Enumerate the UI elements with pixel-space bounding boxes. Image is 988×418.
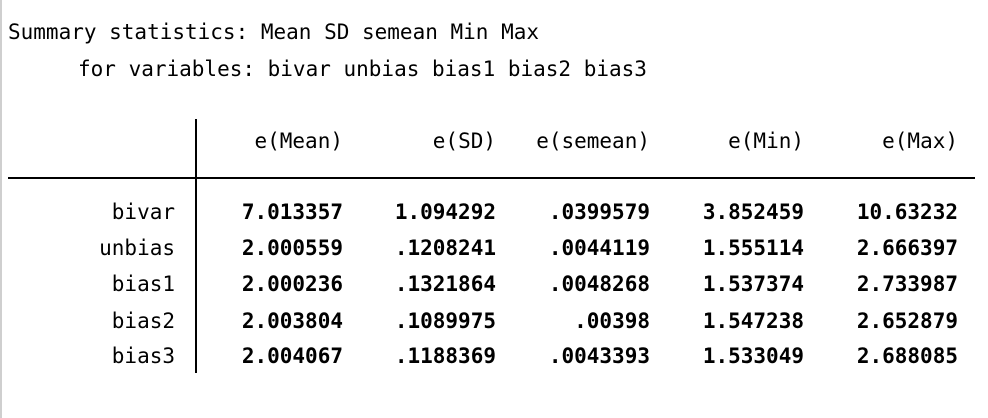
table-cell: 2.652879 bbox=[856, 309, 958, 333]
variables-line: for variables: bivar unbias bias1 bias2 … bbox=[78, 57, 647, 81]
table-cell: 2.003804 bbox=[241, 309, 343, 333]
row-label: bias2 bbox=[111, 309, 175, 333]
table-cell: 1.094292 bbox=[394, 200, 496, 224]
table-cell: .0043393 bbox=[548, 344, 650, 368]
column-header: e(semean) bbox=[536, 129, 650, 153]
table-cell: .1188369 bbox=[394, 344, 496, 368]
table-cell: 2.000236 bbox=[241, 272, 343, 296]
table-cell: 2.666397 bbox=[856, 236, 958, 260]
row-label: bias3 bbox=[111, 344, 175, 368]
table-cell: 3.852459 bbox=[702, 200, 804, 224]
table-cell: 1.547238 bbox=[702, 309, 804, 333]
column-header: e(Max) bbox=[882, 129, 958, 153]
table-cell: 2.004067 bbox=[241, 344, 343, 368]
table-cell: .0044119 bbox=[548, 236, 650, 260]
table-cell: 1.537374 bbox=[702, 272, 804, 296]
table-cell: 7.013357 bbox=[241, 200, 343, 224]
table-cell: .1208241 bbox=[394, 236, 496, 260]
window-left-border bbox=[0, 0, 2, 418]
table-cell: 1.533049 bbox=[702, 344, 804, 368]
table-cell: .0399579 bbox=[548, 200, 650, 224]
row-label: bias1 bbox=[111, 272, 175, 296]
table-cell: 2.733987 bbox=[856, 272, 958, 296]
column-header: e(SD) bbox=[432, 129, 496, 153]
table-cell: .1321864 bbox=[394, 272, 496, 296]
row-label: unbias bbox=[99, 236, 175, 260]
table-cell: 1.555114 bbox=[702, 236, 804, 260]
table-cell: 2.000559 bbox=[241, 236, 343, 260]
column-header: e(Mean) bbox=[254, 129, 343, 153]
table-cell: 2.688085 bbox=[856, 344, 958, 368]
column-header: e(Min) bbox=[728, 129, 804, 153]
summary-statistics-title: Summary statistics: Mean SD semean Min M… bbox=[8, 20, 540, 44]
row-label: bivar bbox=[111, 200, 175, 224]
table-cell: .00398 bbox=[574, 309, 650, 333]
table-cell: .0048268 bbox=[548, 272, 650, 296]
table-horizontal-divider bbox=[8, 177, 975, 179]
table-cell: .1089975 bbox=[394, 309, 496, 333]
table-cell: 10.63232 bbox=[856, 200, 958, 224]
